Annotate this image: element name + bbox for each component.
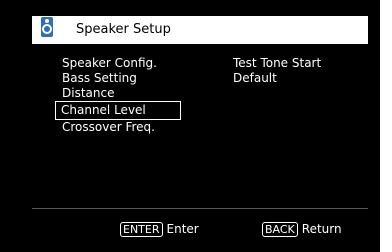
menu-item-speaker-config[interactable]: Speaker Config.: [56, 56, 216, 71]
osd-screen: Speaker Setup Speaker Config. Bass Setti…: [0, 0, 380, 252]
setup-menu: Speaker Config. Bass Setting Distance Ch…: [55, 56, 216, 135]
menu-header: Speaker Setup: [32, 16, 368, 44]
page-title: Speaker Setup: [76, 22, 171, 37]
menu-item-channel-level[interactable]: Channel Level: [55, 101, 181, 120]
enter-key-badge: ENTER: [120, 222, 163, 237]
divider: [32, 208, 368, 209]
enter-label: Enter: [166, 222, 199, 236]
enter-button[interactable]: ENTER Enter: [120, 222, 199, 237]
default-option[interactable]: Default: [233, 71, 321, 86]
menu-item-bass-setting[interactable]: Bass Setting: [56, 71, 216, 86]
test-tone-start-option[interactable]: Test Tone Start: [233, 56, 321, 71]
speaker-icon: [41, 17, 53, 37]
return-label: Return: [301, 222, 342, 236]
option-column: Test Tone Start Default: [233, 56, 321, 86]
back-button[interactable]: BACK Return: [262, 222, 342, 237]
menu-item-distance[interactable]: Distance: [56, 86, 216, 101]
back-key-badge: BACK: [262, 222, 298, 237]
menu-item-crossover-freq[interactable]: Crossover Freq.: [56, 120, 216, 135]
footer-bar: ENTER Enter BACK Return: [0, 222, 380, 240]
